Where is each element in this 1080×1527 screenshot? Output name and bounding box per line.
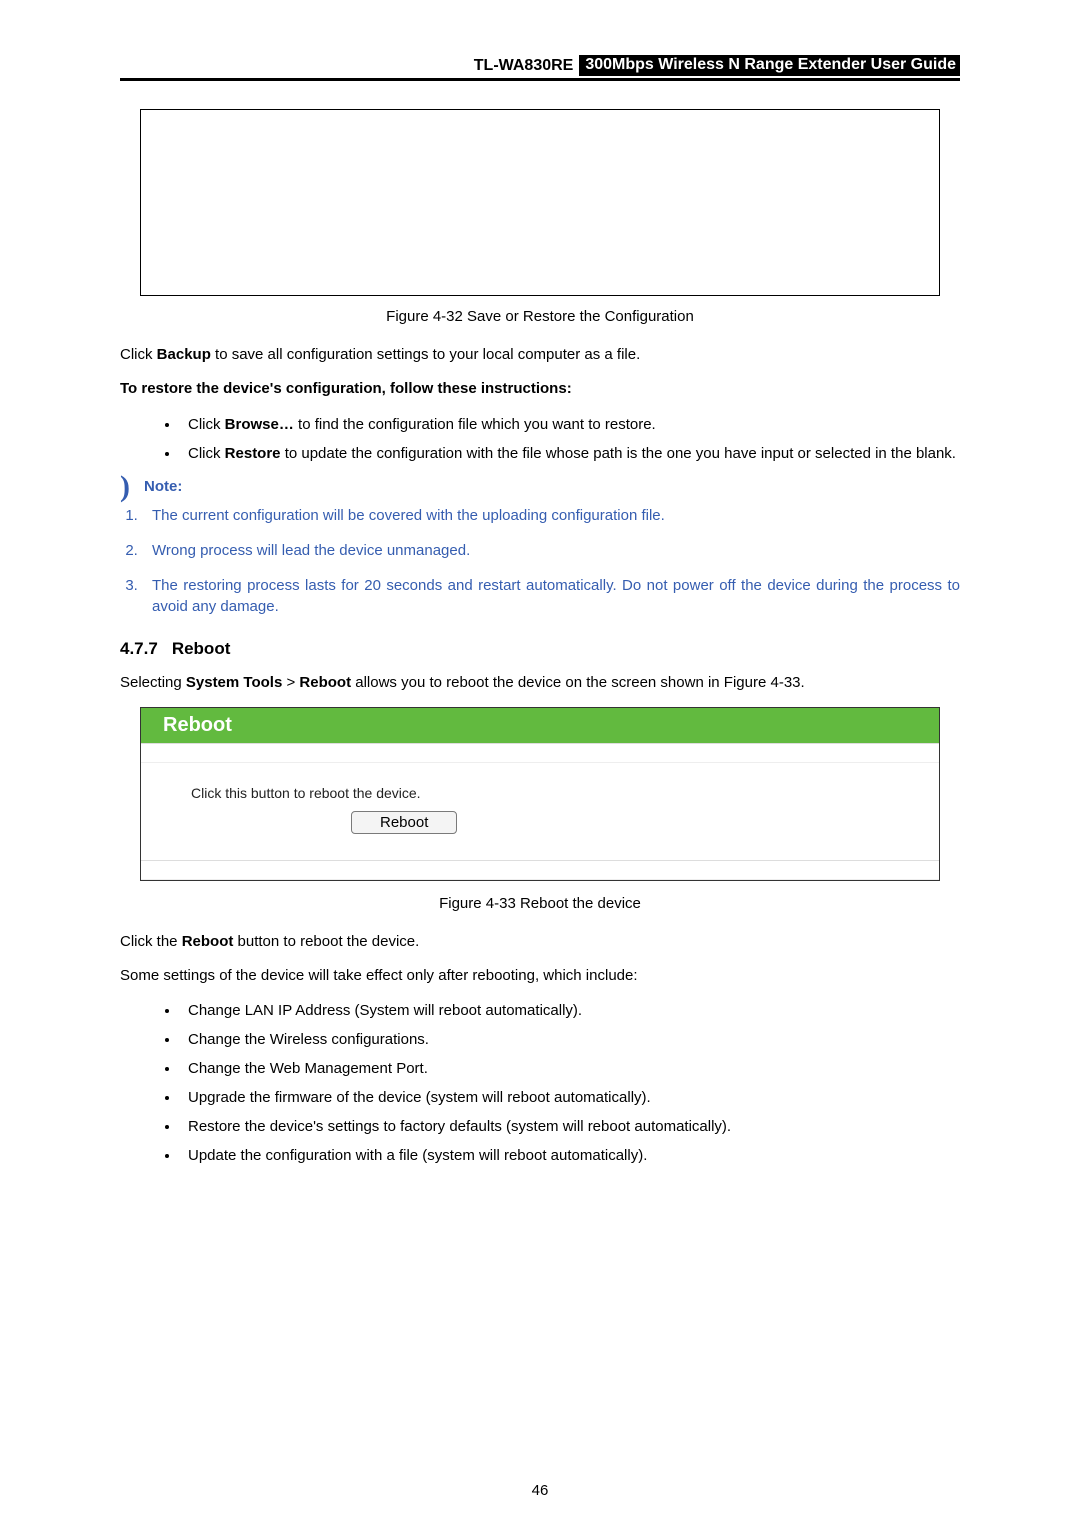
list-item: The current configuration will be covere… (142, 505, 960, 526)
list-item: Click Browse… to find the configuration … (180, 414, 960, 435)
text: Click the (120, 933, 182, 950)
screenshot-title: Reboot (141, 708, 939, 743)
text: > (282, 674, 299, 691)
reboot-instruction: Click the Reboot button to reboot the de… (120, 932, 960, 952)
note-label: Note: (144, 478, 182, 495)
text: allows you to reboot the device on the s… (351, 674, 805, 691)
text: Selecting (120, 674, 186, 691)
backup-keyword: Backup (157, 346, 211, 363)
screenshot-body: Click this button to reboot the device. … (141, 763, 939, 860)
figure-caption-top: Figure 4-32 Save or Restore the Configur… (120, 308, 960, 325)
list-item: Update the configuration with a file (sy… (180, 1145, 960, 1166)
restore-list: Click Browse… to find the configuration … (120, 414, 960, 464)
text: Click (188, 416, 225, 433)
reboot-screenshot: Reboot Click this button to reboot the d… (140, 707, 940, 881)
restore-heading: To restore the device's configuration, f… (120, 379, 960, 399)
header-model: TL-WA830RE (474, 57, 580, 75)
reboot-keyword: Reboot (299, 674, 351, 691)
text: Click (188, 445, 225, 462)
list-item: Upgrade the firmware of the device (syst… (180, 1087, 960, 1108)
note-icon: ) (120, 479, 130, 494)
text: to save all configuration settings to yo… (211, 346, 640, 363)
note-list: The current configuration will be covere… (120, 505, 960, 617)
header-title: 300Mbps Wireless N Range Extender User G… (579, 55, 960, 76)
page-number: 46 (0, 1482, 1080, 1499)
list-item: The restoring process lasts for 20 secon… (142, 575, 960, 617)
section-number: 4.7.7 (120, 639, 158, 658)
note-header: ) Note: (120, 478, 960, 495)
list-item: Change LAN IP Address (System will reboo… (180, 1000, 960, 1021)
reboot-button[interactable]: Reboot (351, 811, 457, 834)
text: button to reboot the device. (233, 933, 419, 950)
restore-keyword: Restore (225, 445, 281, 462)
figure-caption-bottom: Figure 4-33 Reboot the device (120, 895, 960, 912)
backup-paragraph: Click Backup to save all configuration s… (120, 345, 960, 365)
text: Click (120, 346, 157, 363)
section-title: Reboot (172, 639, 231, 658)
list-item: Click Restore to update the configuratio… (180, 443, 960, 464)
section-intro: Selecting System Tools > Reboot allows y… (120, 673, 960, 693)
screenshot-text: Click this button to reboot the device. (191, 785, 889, 801)
effect-list: Change LAN IP Address (System will reboo… (120, 1000, 960, 1166)
browse-keyword: Browse… (225, 416, 294, 433)
list-item: Change the Web Management Port. (180, 1058, 960, 1079)
text: to find the configuration file which you… (294, 416, 656, 433)
section-heading: 4.7.7 Reboot (120, 639, 960, 659)
list-item: Restore the device's settings to factory… (180, 1116, 960, 1137)
system-tools-keyword: System Tools (186, 674, 282, 691)
list-item: Change the Wireless configurations. (180, 1029, 960, 1050)
figure-placeholder (140, 109, 940, 296)
list-item: Wrong process will lead the device unman… (142, 540, 960, 561)
screenshot-strip (141, 860, 939, 880)
text: to update the configuration with the fil… (281, 445, 956, 462)
reboot-keyword: Reboot (182, 933, 234, 950)
effect-intro: Some settings of the device will take ef… (120, 966, 960, 986)
screenshot-strip (141, 743, 939, 763)
page-header: TL-WA830RE 300Mbps Wireless N Range Exte… (120, 55, 960, 81)
